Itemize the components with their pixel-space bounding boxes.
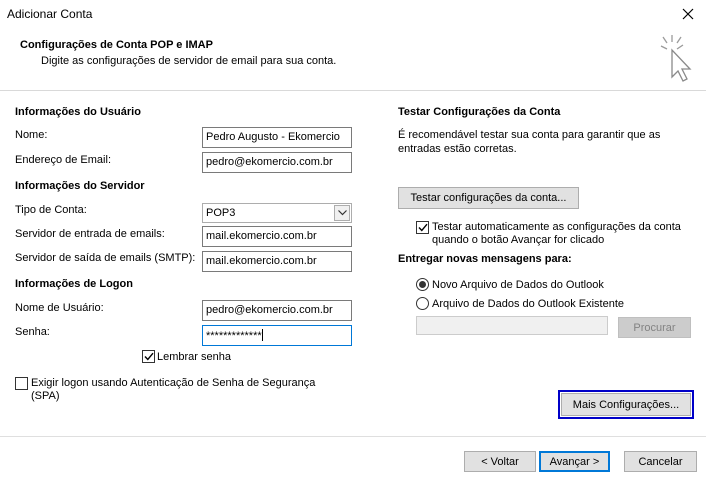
email-label: Endereço de Email: (15, 154, 111, 166)
outgoing-server-field[interactable]: mail.ekomercio.com.br (202, 251, 352, 272)
dialog-header: Configurações de Conta POP e IMAP Digite… (0, 28, 706, 90)
back-button[interactable]: < Voltar (464, 451, 536, 472)
delivery-heading: Entregar novas mensagens para: (398, 253, 572, 265)
test-settings-heading: Testar Configurações da Conta (398, 106, 561, 118)
incoming-server-label: Servidor de entrada de emails: (15, 228, 165, 240)
password-field[interactable]: ************* (202, 325, 352, 346)
data-file-path-field[interactable] (416, 316, 608, 335)
account-type-value: POP3 (206, 207, 236, 219)
email-field[interactable]: pedro@ekomercio.com.br (202, 152, 352, 173)
new-data-file-radio[interactable] (416, 278, 429, 291)
title-bar: Adicionar Conta (0, 0, 706, 28)
checkmark-icon (417, 223, 428, 232)
header-title: Configurações de Conta POP e IMAP (20, 39, 213, 51)
next-button[interactable]: Avançar > (539, 451, 610, 472)
footer-separator (0, 436, 706, 437)
window-title: Adicionar Conta (7, 7, 93, 21)
new-data-file-label[interactable]: Novo Arquivo de Dados do Outlook (432, 279, 604, 291)
outgoing-server-label: Servidor de saída de emails (SMTP): (15, 252, 196, 264)
auto-test-label[interactable]: Testar automaticamente as configurações … (432, 221, 687, 247)
cursor-click-icon (660, 35, 692, 82)
logon-info-heading: Informações de Logon (15, 278, 133, 290)
test-settings-button[interactable]: Testar configurações da conta... (398, 187, 579, 209)
remember-password-checkbox[interactable] (142, 350, 155, 363)
radio-selected-dot (419, 281, 426, 288)
account-type-label: Tipo de Conta: (15, 204, 87, 216)
name-label: Nome: (15, 129, 48, 141)
header-subtitle: Digite as configurações de servidor de e… (41, 55, 337, 67)
browse-button[interactable]: Procurar (618, 317, 691, 338)
auto-test-checkbox[interactable] (416, 221, 429, 234)
spa-checkbox[interactable] (15, 377, 28, 390)
username-label: Nome de Usuário: (15, 302, 104, 314)
password-label: Senha: (15, 326, 50, 338)
cancel-button[interactable]: Cancelar (624, 451, 697, 472)
dropdown-arrow[interactable] (334, 205, 350, 221)
spa-label[interactable]: Exigir logon usando Autenticação de Senh… (31, 377, 341, 403)
server-info-heading: Informações do Servidor (15, 180, 145, 192)
more-settings-button[interactable]: Mais Configurações... (558, 390, 694, 419)
close-button[interactable] (670, 0, 706, 28)
name-field[interactable]: Pedro Augusto - Ekomercio (202, 127, 352, 148)
account-type-select[interactable]: POP3 (202, 203, 352, 223)
close-icon (682, 8, 694, 20)
chevron-down-icon (337, 210, 347, 216)
user-info-heading: Informações do Usuário (15, 106, 141, 118)
test-description: É recomendável testar sua conta para gar… (398, 129, 661, 155)
text-cursor (261, 329, 263, 341)
remember-password-label[interactable]: Lembrar senha (157, 351, 231, 363)
existing-data-file-label[interactable]: Arquivo de Dados do Outlook Existente (432, 298, 624, 310)
checkmark-icon (143, 352, 154, 361)
incoming-server-field[interactable]: mail.ekomercio.com.br (202, 226, 352, 247)
existing-data-file-radio[interactable] (416, 297, 429, 310)
username-field[interactable]: pedro@ekomercio.com.br (202, 300, 352, 321)
password-value: ************* (206, 330, 262, 342)
header-separator (0, 90, 706, 91)
